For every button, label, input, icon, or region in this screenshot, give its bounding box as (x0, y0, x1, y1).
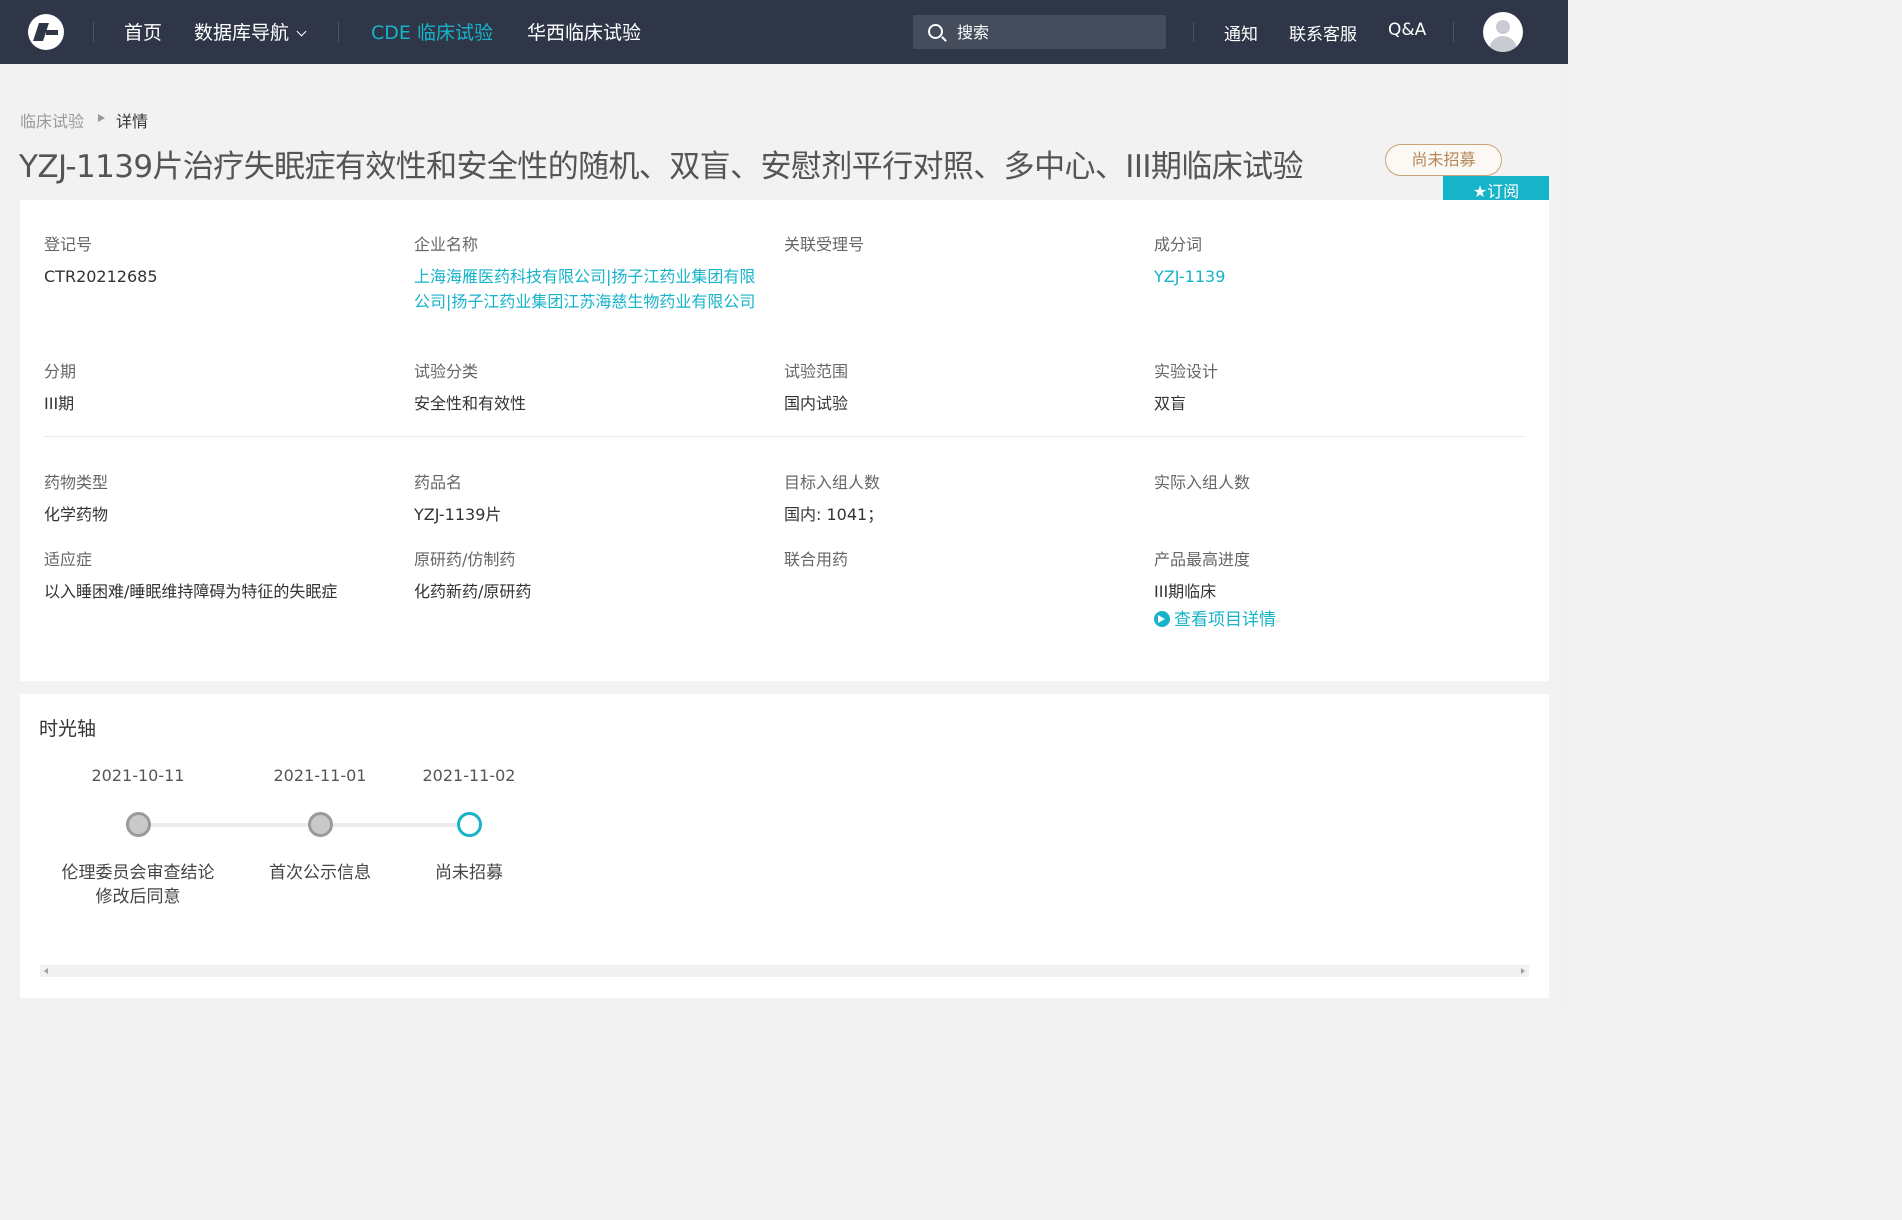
field-trial-type: 试验分类 安全性和有效性 (414, 358, 769, 416)
field-label: 实验设计 (1154, 362, 1219, 381)
breadcrumb-trials[interactable]: 临床试验 (20, 108, 84, 132)
field-reg-no: 登记号 CTR20212685 (44, 231, 399, 289)
user-avatar[interactable] (1483, 12, 1523, 52)
field-value: 安全性和有效性 (414, 394, 527, 413)
field-scope: 试验范围 国内试验 (784, 358, 1139, 416)
field-combination: 联合用药 (784, 546, 1139, 579)
search-input[interactable] (957, 15, 1157, 49)
view-project-detail-link[interactable]: 查看项目详情 (1154, 605, 1509, 630)
subscribe-button[interactable]: ★订阅 (1443, 176, 1549, 200)
avatar-head-shape (1496, 20, 1510, 34)
field-label: 关联受理号 (784, 235, 865, 254)
nav-cde-trials[interactable]: CDE 临床试验 (371, 18, 493, 45)
field-label: 登记号 (44, 235, 93, 254)
contact-support-link[interactable]: 联系客服 (1289, 20, 1357, 45)
company-link[interactable]: 上海海雁医药科技有限公司|扬子江药业集团有限公司|扬子江药业集团江苏海慈生物药业… (414, 264, 769, 314)
timeline-date: 2021-11-02 (422, 766, 516, 785)
status-badge: 尚未招募 (1385, 144, 1502, 176)
field-label: 目标入组人数 (784, 473, 881, 492)
search-icon[interactable] (928, 24, 943, 39)
field-actual-enroll: 实际入组人数 (1154, 469, 1509, 502)
field-value: 以入睡困难/睡眠维持障碍为特征的失眠症 (44, 582, 338, 601)
field-label: 分期 (44, 362, 77, 381)
nav-database-menu[interactable]: 数据库导航 (194, 18, 307, 45)
breadcrumb-current: 详情 (116, 112, 149, 131)
timeline-title: 时光轴 (39, 718, 97, 740)
nav-home[interactable]: 首页 (124, 18, 162, 45)
timeline-event: 尚未招募 (435, 863, 503, 883)
field-label: 药物类型 (44, 473, 109, 492)
qa-link[interactable]: Q&A (1388, 20, 1426, 40)
search-box[interactable] (913, 15, 1166, 49)
field-design: 实验设计 双盲 (1154, 358, 1509, 416)
scroll-left-icon[interactable] (44, 968, 48, 974)
field-value: III期 (44, 394, 75, 413)
field-value: 化学药物 (44, 505, 109, 524)
field-label: 试验分类 (414, 362, 479, 381)
arrow-circle-right-icon (1154, 611, 1170, 627)
field-label: 试验范围 (784, 362, 849, 381)
ingredient-link[interactable]: YZJ-1139 (1154, 264, 1509, 289)
field-value: 化药新药/原研药 (414, 582, 532, 601)
nav-divider (93, 22, 94, 42)
field-value: 双盲 (1154, 394, 1187, 413)
timeline-card: 时光轴 2021-10-11 伦理委员会审查结论修改后同意 2021-11-01… (20, 694, 1549, 998)
field-value: 国内: 1041； (784, 505, 884, 524)
trial-info-card: 登记号 CTR20212685 企业名称 上海海雁医药科技有限公司|扬子江药业集… (20, 200, 1549, 681)
field-label: 药品名 (414, 473, 463, 492)
logo-icon[interactable] (28, 14, 64, 50)
nav-huaxi-trials[interactable]: 华西临床试验 (527, 18, 641, 45)
field-label: 企业名称 (414, 235, 479, 254)
field-max-progress: 产品最高进度 III期临床 查看项目详情 (1154, 546, 1509, 630)
field-label: 实际入组人数 (1154, 473, 1251, 492)
timeline-event: 伦理委员会审查结论修改后同意 (61, 863, 215, 907)
field-drug-name: 药品名 YZJ-1139片 (414, 469, 769, 527)
field-indication: 适应症 以入睡困难/睡眠维持障碍为特征的失眠症 (44, 546, 399, 604)
field-value: CTR20212685 (44, 267, 158, 286)
field-drug-type: 药物类型 化学药物 (44, 469, 399, 527)
field-target-enroll: 目标入组人数 国内: 1041； (784, 469, 1139, 527)
field-label: 联合用药 (784, 550, 849, 569)
field-label: 产品最高进度 (1154, 550, 1251, 569)
field-value: YZJ-1139片 (414, 505, 502, 524)
field-label: 成分词 (1154, 235, 1203, 254)
page-title: YZJ-1139片治疗失眠症有效性和安全性的随机、双盲、安慰剂平行对照、多中心、… (19, 149, 1304, 185)
field-ingredient: 成分词 YZJ-1139 (1154, 231, 1509, 289)
breadcrumb-arrow-icon (98, 114, 105, 122)
page-scrollbar[interactable] (1557, 64, 1568, 1006)
field-label: 适应症 (44, 550, 93, 569)
field-phase: 分期 III期 (44, 358, 399, 416)
field-value: III期临床 (1154, 582, 1217, 601)
timeline-track (138, 823, 469, 827)
scroll-right-icon[interactable] (1521, 968, 1525, 974)
field-label: 原研药/仿制药 (414, 550, 516, 569)
field-originality: 原研药/仿制药 化药新药/原研药 (414, 546, 769, 604)
notifications-link[interactable]: 通知 (1224, 20, 1258, 45)
chevron-down-icon (296, 26, 307, 37)
view-project-detail-label: 查看项目详情 (1174, 610, 1276, 630)
nav-divider (1193, 22, 1194, 42)
timeline-date: 2021-10-11 (91, 766, 185, 785)
timeline-event: 首次公示信息 (269, 863, 371, 883)
nav-divider (338, 22, 339, 42)
timeline-scrollbar[interactable] (40, 965, 1529, 977)
nav-database-label: 数据库导航 (194, 22, 290, 44)
field-value: 国内试验 (784, 394, 849, 413)
timeline-node-current (457, 812, 482, 837)
field-company: 企业名称 上海海雁医药科技有限公司|扬子江药业集团有限公司|扬子江药业集团江苏海… (414, 231, 769, 314)
nav-divider (1453, 22, 1454, 42)
avatar-body-shape (1489, 36, 1517, 52)
timeline-date: 2021-11-01 (273, 766, 367, 785)
section-divider (44, 436, 1525, 437)
field-related-no: 关联受理号 (784, 231, 1139, 264)
top-navbar: 首页 数据库导航 CDE 临床试验 华西临床试验 通知 联系客服 Q&A (0, 0, 1568, 64)
timeline-node (308, 812, 333, 837)
timeline-node (126, 812, 151, 837)
